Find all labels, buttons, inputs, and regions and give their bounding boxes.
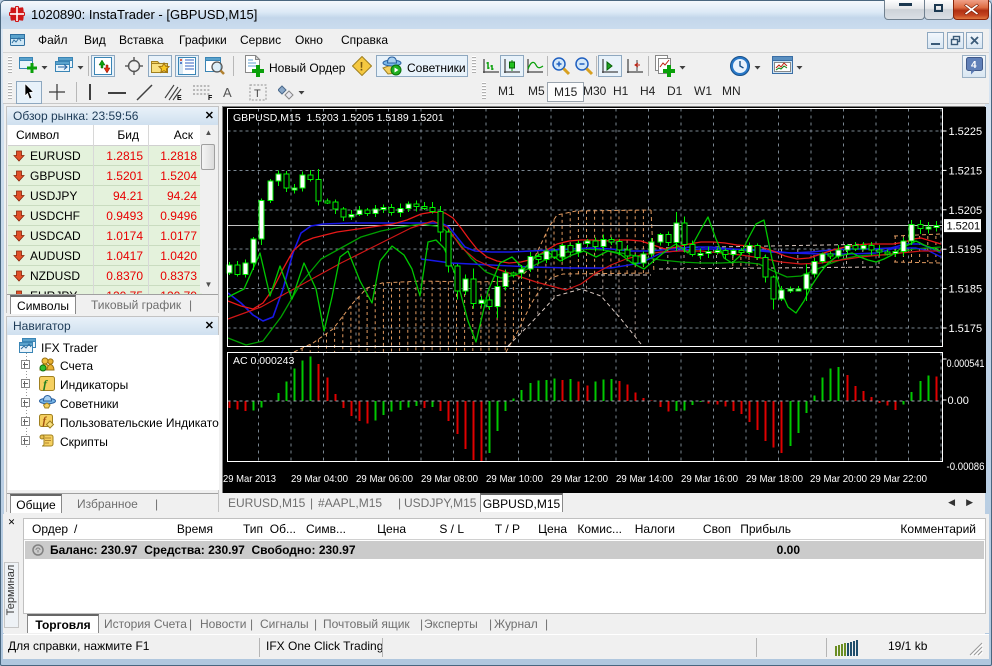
svg-text:29 Mar 20:00: 29 Mar 20:00 <box>810 473 867 485</box>
svg-text:29 Mar 12:00: 29 Mar 12:00 <box>551 473 608 485</box>
svg-text:29 Mar 08:00: 29 Mar 08:00 <box>421 473 478 485</box>
svg-text:29 Mar 14:00: 29 Mar 14:00 <box>616 473 673 485</box>
svg-text:AC 0.000243: AC 0.000243 <box>233 355 294 367</box>
svg-text:1.5201: 1.5201 <box>947 221 981 233</box>
svg-text:1.5215: 1.5215 <box>949 165 983 177</box>
svg-text:-0.00086: -0.00086 <box>947 461 985 473</box>
svg-text:0.000541: 0.000541 <box>947 358 985 370</box>
svg-text:29 Mar 2013: 29 Mar 2013 <box>223 473 276 485</box>
svg-text:29 Mar 18:00: 29 Mar 18:00 <box>746 473 803 485</box>
svg-text:29 Mar 10:00: 29 Mar 10:00 <box>486 473 543 485</box>
svg-text:T: T <box>254 88 261 100</box>
svg-text:29 Mar 04:00: 29 Mar 04:00 <box>291 473 348 485</box>
svg-text:1.5205: 1.5205 <box>949 205 983 217</box>
svg-text:!: ! <box>360 60 364 74</box>
svg-text:1.5195: 1.5195 <box>949 244 983 256</box>
svg-text:GBPUSD,M15 1.5203 1.5205 1.51: GBPUSD,M15 1.5203 1.5205 1.5189 1.5201 <box>233 112 444 124</box>
svg-text:E: E <box>177 95 182 101</box>
svg-text:29 Mar 22:00: 29 Mar 22:00 <box>870 473 927 485</box>
svg-text:29 Mar 16:00: 29 Mar 16:00 <box>681 473 738 485</box>
svg-text:29 Mar 06:00: 29 Mar 06:00 <box>356 473 413 485</box>
svg-text:4: 4 <box>971 60 977 71</box>
svg-text:1.5175: 1.5175 <box>949 323 983 335</box>
svg-text:1.5225: 1.5225 <box>949 126 983 138</box>
svg-text:F: F <box>208 95 213 101</box>
svg-text:1.5185: 1.5185 <box>949 284 983 296</box>
svg-text:0.00: 0.00 <box>948 395 969 407</box>
